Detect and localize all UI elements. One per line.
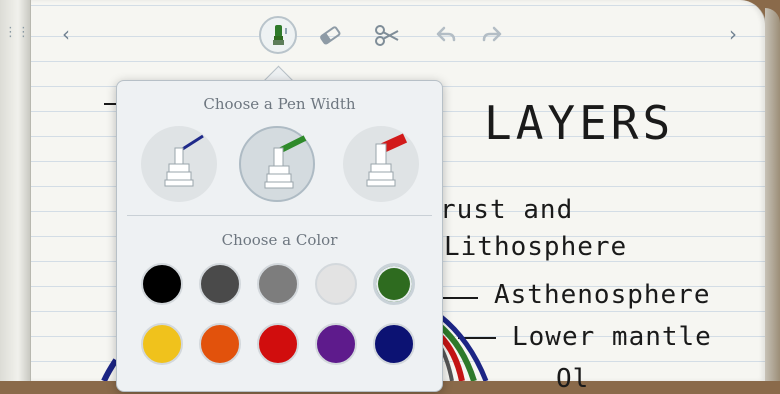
pen-settings-popover: Choose a Pen Width Choose a Color: [116, 80, 443, 392]
pen-width-medium[interactable]: [239, 126, 315, 202]
color-title: Choose a Color: [221, 231, 338, 249]
pen-thin-icon: [164, 134, 204, 187]
pen-thick-icon: [366, 133, 408, 187]
color-swatch[interactable]: [141, 263, 183, 305]
color-swatch[interactable]: [373, 263, 415, 305]
color-swatch[interactable]: [257, 263, 299, 305]
color-swatch[interactable]: [199, 323, 241, 365]
color-swatch[interactable]: [315, 263, 357, 305]
color-swatch[interactable]: [257, 323, 299, 365]
pen-width-thick[interactable]: [343, 126, 419, 202]
pen-width-thin[interactable]: [141, 126, 217, 202]
color-swatch[interactable]: [373, 323, 415, 365]
color-swatch[interactable]: [315, 323, 357, 365]
pen-medium-icon: [264, 135, 307, 189]
color-swatch[interactable]: [199, 263, 241, 305]
color-swatch[interactable]: [141, 323, 183, 365]
pen-width-title: Choose a Pen Width: [203, 95, 356, 113]
section-divider: [127, 215, 432, 216]
